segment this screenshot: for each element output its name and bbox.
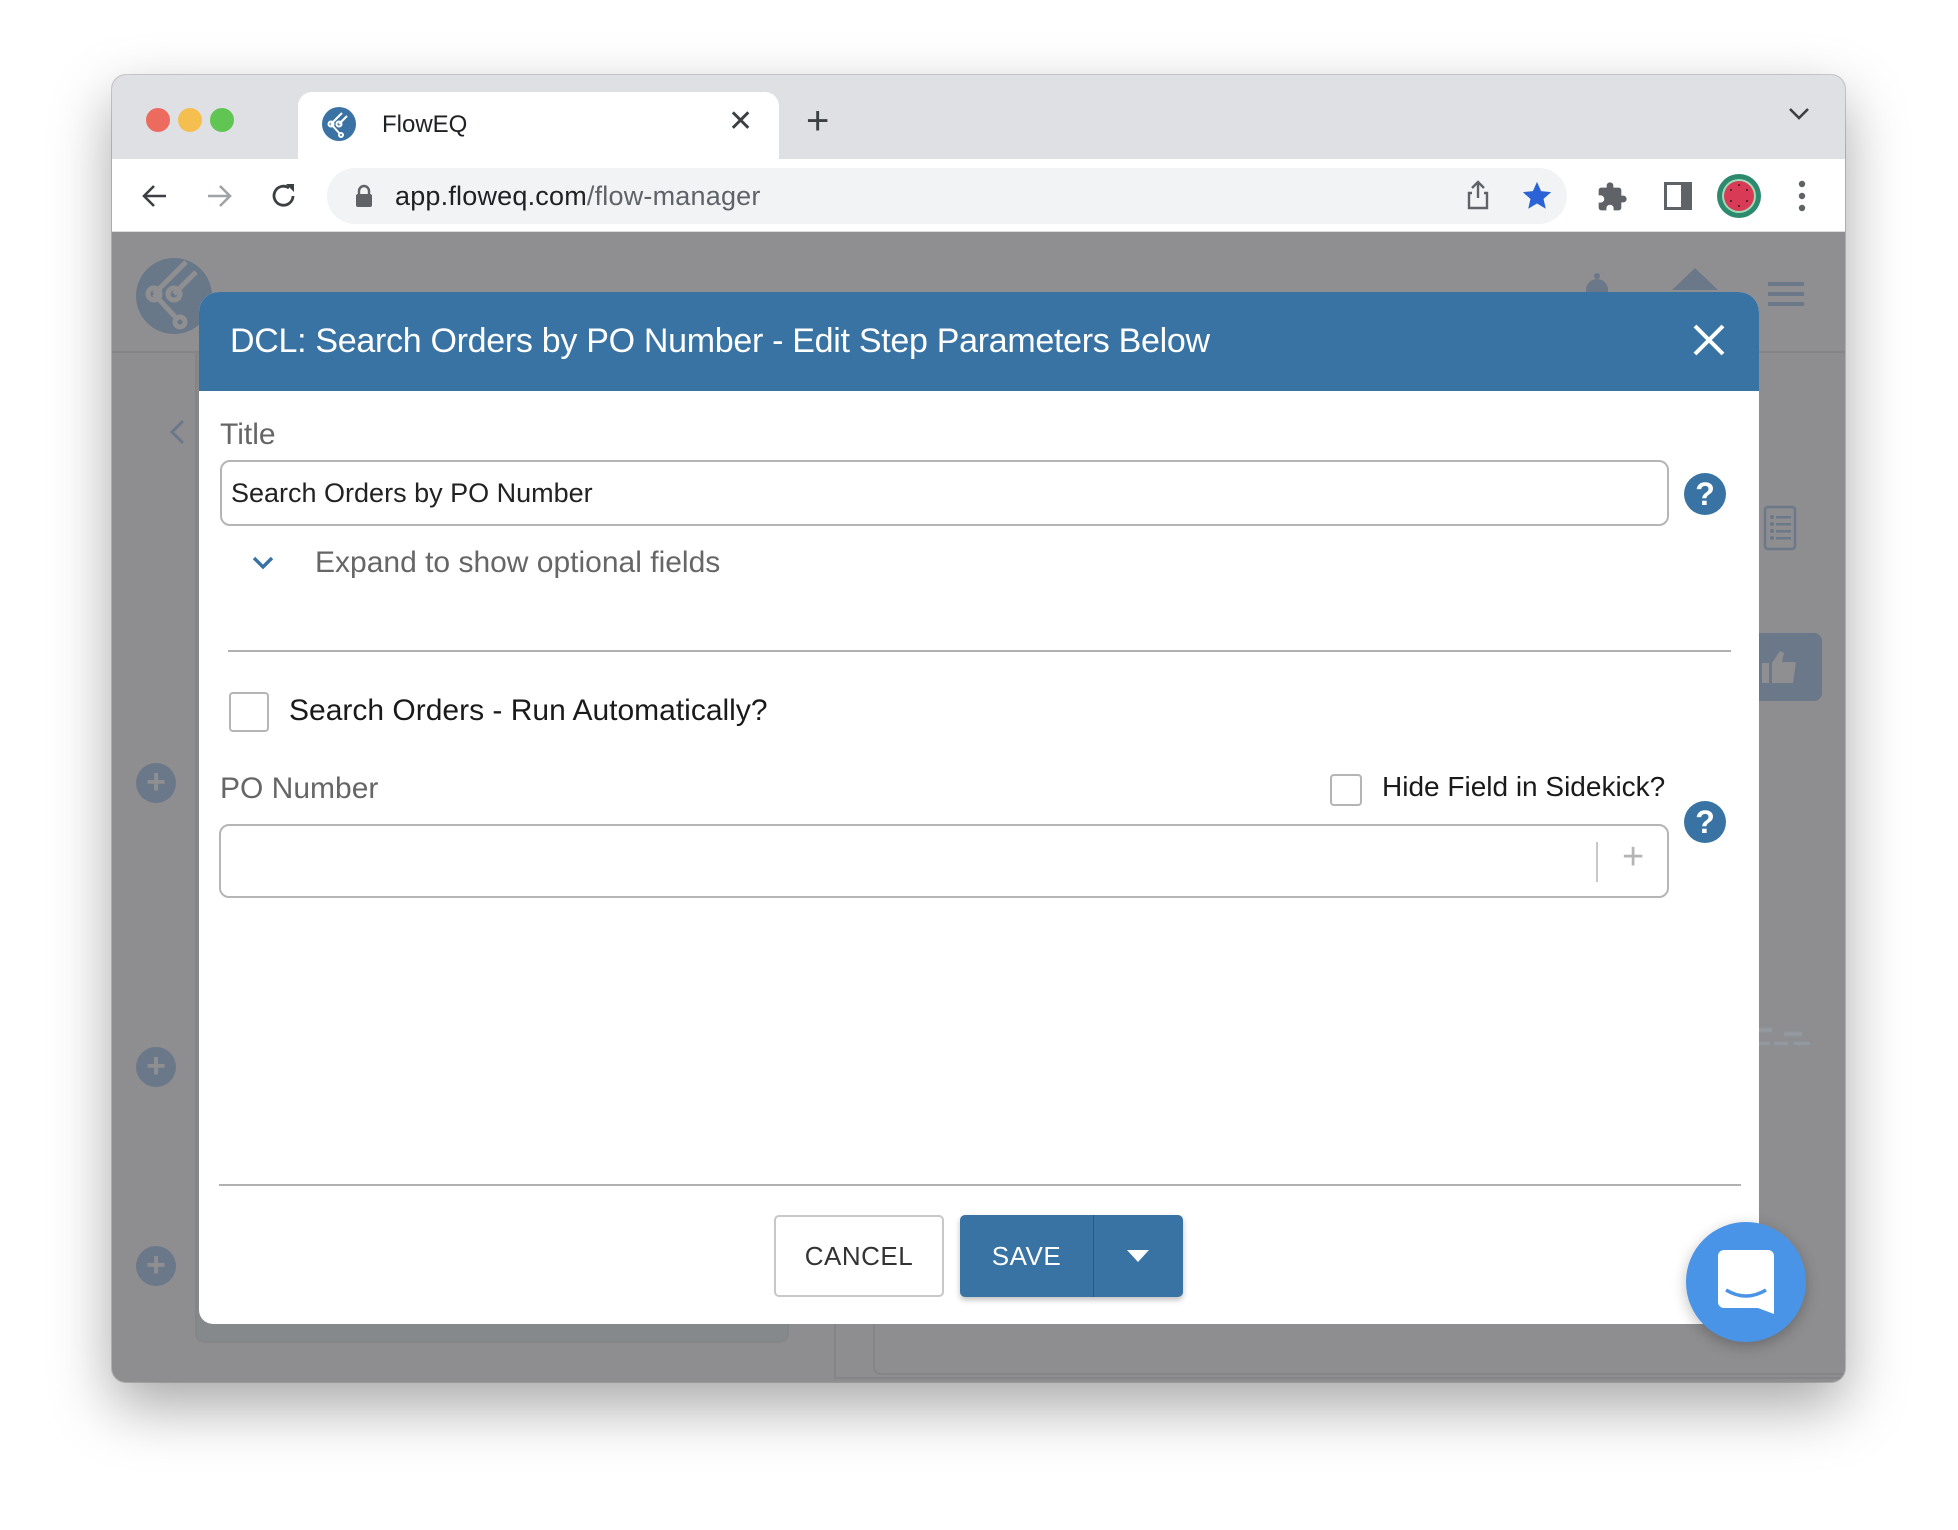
- save-button[interactable]: SAVE: [960, 1215, 1094, 1297]
- reload-icon[interactable]: [269, 181, 299, 211]
- add-step-button[interactable]: +: [136, 763, 176, 803]
- url-text[interactable]: app.floweq.com/flow-manager: [395, 181, 761, 212]
- chat-widget-button[interactable]: [1686, 1222, 1806, 1342]
- tab-title: FlowEQ: [382, 111, 468, 138]
- hide-field-checkbox[interactable]: [1330, 774, 1362, 806]
- tab-search-chevron-icon[interactable]: [1788, 107, 1810, 121]
- save-split-button: SAVE: [960, 1215, 1183, 1297]
- chat-bubble-icon: [1718, 1250, 1774, 1314]
- more-vert-icon[interactable]: [1797, 179, 1807, 213]
- floweq-favicon: [322, 107, 356, 141]
- title-help-icon[interactable]: ?: [1684, 473, 1726, 515]
- chevron-down-icon: [252, 556, 274, 570]
- expand-label: Expand to show optional fields: [315, 546, 721, 579]
- footer-divider: [219, 1184, 1741, 1186]
- side-panel-icon[interactable]: [1664, 182, 1692, 210]
- minimap: [1754, 1027, 1811, 1046]
- po-number-input[interactable]: +: [219, 824, 1669, 898]
- profile-avatar[interactable]: [1717, 174, 1761, 218]
- add-step-button[interactable]: +: [136, 1047, 176, 1087]
- chevron-left-icon[interactable]: [168, 418, 186, 446]
- po-number-help-icon[interactable]: ?: [1684, 801, 1726, 843]
- hide-field-label: Hide Field in Sidekick?: [1382, 771, 1666, 802]
- title-input[interactable]: Search Orders by PO Number: [220, 460, 1669, 526]
- url-domain: app.floweq.com: [395, 181, 587, 211]
- close-icon[interactable]: ✕: [728, 104, 753, 139]
- star-icon[interactable]: [1520, 179, 1554, 213]
- tab-floweq[interactable]: FlowEQ ✕: [298, 92, 779, 159]
- modal-title: DCL: Search Orders by PO Number - Edit S…: [230, 322, 1210, 360]
- po-number-label: PO Number: [220, 772, 379, 805]
- share-icon[interactable]: [1466, 180, 1490, 210]
- add-step-button[interactable]: +: [136, 1246, 176, 1286]
- extensions-icon[interactable]: [1596, 181, 1628, 213]
- tab-strip: FlowEQ ✕ +: [112, 75, 1845, 159]
- browser-toolbar: app.floweq.com/flow-manager: [112, 159, 1845, 232]
- modal-header: DCL: Search Orders by PO Number - Edit S…: [199, 292, 1759, 391]
- run-automatically-checkbox[interactable]: [229, 692, 269, 732]
- expand-optional-fields-toggle[interactable]: Expand to show optional fields: [249, 542, 849, 586]
- hamburger-menu-icon[interactable]: [1768, 280, 1804, 308]
- caret-down-icon: [1127, 1250, 1149, 1262]
- new-tab-plus-icon[interactable]: +: [806, 101, 829, 141]
- thumbs-up-icon: [1762, 651, 1796, 683]
- save-options-dropdown[interactable]: [1094, 1215, 1183, 1297]
- run-automatically-label: Search Orders - Run Automatically?: [289, 694, 768, 727]
- thumbs-up-button[interactable]: [1752, 633, 1822, 701]
- edit-step-modal: DCL: Search Orders by PO Number - Edit S…: [199, 292, 1759, 1324]
- url-path: /flow-manager: [586, 181, 761, 211]
- input-separator: [1596, 842, 1598, 882]
- back-arrow-icon[interactable]: [141, 182, 169, 210]
- close-icon[interactable]: [1689, 320, 1729, 360]
- address-bar[interactable]: app.floweq.com/flow-manager: [327, 168, 1567, 224]
- add-variable-plus-icon[interactable]: +: [1622, 836, 1644, 879]
- section-divider: [228, 650, 1731, 652]
- list-icon[interactable]: [1763, 505, 1797, 551]
- title-field-label: Title: [220, 418, 276, 451]
- forward-arrow-icon[interactable]: [205, 182, 233, 210]
- lock-icon[interactable]: [355, 184, 373, 208]
- title-input-value: Search Orders by PO Number: [231, 478, 593, 508]
- close-window-button[interactable]: [146, 108, 170, 132]
- maximize-window-button[interactable]: [210, 108, 234, 132]
- minimize-window-button[interactable]: [178, 108, 202, 132]
- cancel-button[interactable]: CANCEL: [774, 1215, 944, 1297]
